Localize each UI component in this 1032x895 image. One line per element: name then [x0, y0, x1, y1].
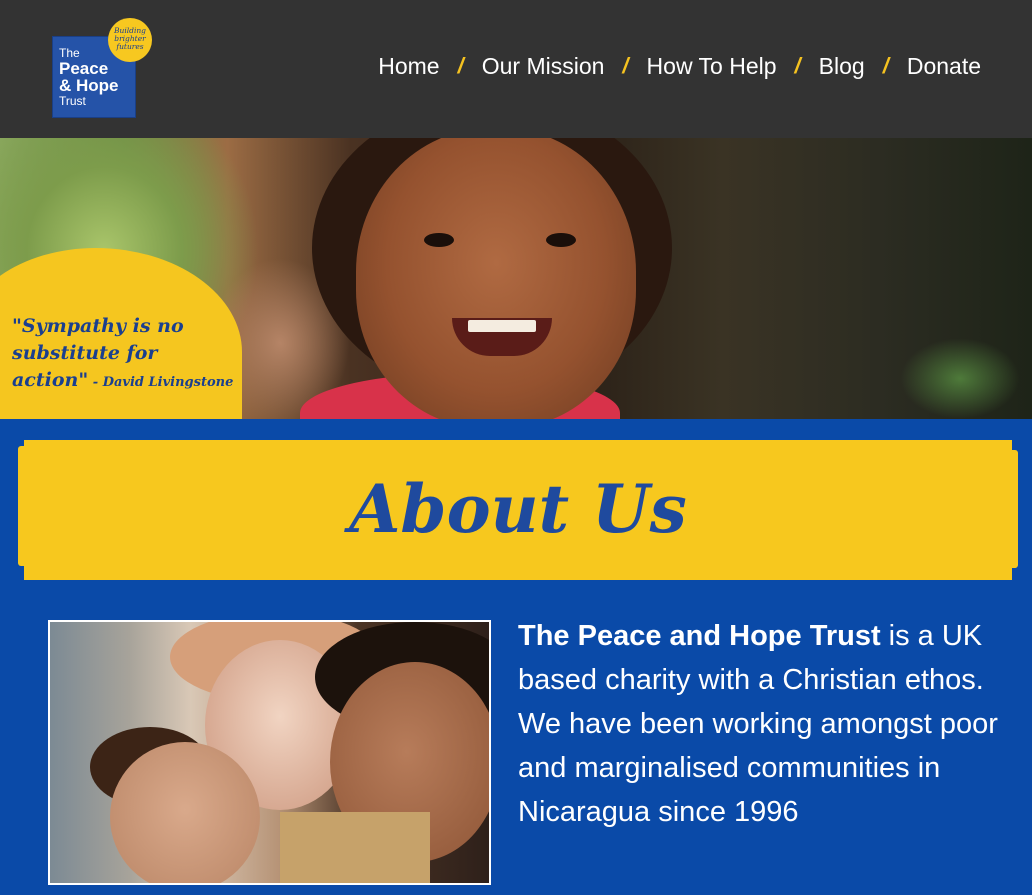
logo-badge-text: Building brighter futures	[114, 26, 146, 51]
nav-home[interactable]: Home	[378, 53, 439, 80]
site-header: The Peace & Hope Trust Building brighter…	[0, 0, 1032, 138]
hero-child-face	[356, 138, 636, 419]
quote-attribution: - David Livingstone	[88, 375, 234, 390]
org-name: The Peace and Hope Trust	[518, 620, 881, 652]
nav-donate[interactable]: Donate	[907, 53, 981, 80]
quote-line-3: action"	[12, 369, 89, 391]
hero-child-eye-right	[546, 233, 576, 247]
nav-separator: /	[882, 53, 889, 78]
nav-blog[interactable]: Blog	[819, 53, 865, 80]
logo-line-3: & Hope	[59, 76, 119, 96]
logo-line-4: Trust	[59, 94, 86, 109]
hero-child-eye-left	[424, 233, 454, 247]
hero-quote: "Sympathy is no substitute for action" -…	[12, 313, 233, 396]
logo-line-2: Peace	[59, 58, 109, 78]
about-description: The Peace and Hope Trust is a UK based c…	[518, 614, 998, 834]
nav-separator: /	[794, 53, 801, 78]
main-nav: Home / Our Mission / How To Help / Blog …	[378, 50, 981, 82]
about-photo	[48, 620, 491, 885]
logo-text: The Peace & Hope Trust	[59, 47, 119, 108]
hero-background-green	[900, 338, 1020, 419]
nav-separator: /	[622, 53, 629, 78]
photo-shirt	[280, 812, 430, 883]
quote-line-1: "Sympathy is no	[12, 315, 184, 337]
hero-image: "Sympathy is no substitute for action" -…	[0, 138, 1032, 419]
about-banner: About Us	[18, 440, 1018, 580]
nav-separator: /	[457, 53, 464, 78]
quote-line-2: substitute for	[12, 342, 158, 364]
about-title: About Us	[349, 470, 687, 548]
nav-how-to-help[interactable]: How To Help	[647, 53, 777, 80]
photo-face-2	[110, 742, 260, 883]
logo-badge: Building brighter futures	[108, 18, 152, 62]
nav-our-mission[interactable]: Our Mission	[482, 53, 605, 80]
